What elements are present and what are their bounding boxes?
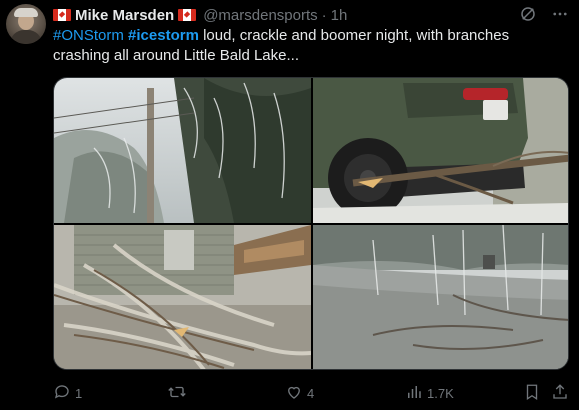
avatar[interactable] bbox=[6, 4, 46, 44]
tweet-header: Mike Marsden @marsdensports · 1h bbox=[53, 5, 539, 25]
canada-flag-icon bbox=[178, 9, 197, 21]
suv-fallen-branch-photo[interactable] bbox=[313, 78, 568, 223]
share-icon bbox=[551, 383, 569, 404]
more-icon[interactable] bbox=[551, 5, 569, 23]
tweet[interactable]: Mike Marsden @marsdensports · 1h #ONStor… bbox=[0, 0, 579, 410]
reply-count: 1 bbox=[75, 386, 83, 401]
like-button[interactable]: 4 bbox=[285, 383, 314, 404]
canada-flag-icon bbox=[53, 9, 71, 21]
media-grid bbox=[53, 77, 569, 370]
author-handle[interactable]: @marsdensports bbox=[203, 7, 317, 24]
views-icon bbox=[405, 383, 423, 404]
hashtag-icestorm[interactable]: #icestorm bbox=[128, 27, 199, 44]
reply-button[interactable]: 1 bbox=[53, 383, 82, 404]
like-count: 4 bbox=[307, 386, 315, 401]
reply-icon bbox=[53, 383, 71, 404]
separator-dot: · bbox=[321, 6, 327, 24]
grok-icon[interactable] bbox=[519, 5, 537, 23]
tweet-text: #ONStorm #icestorm loud, crackle and boo… bbox=[53, 26, 539, 66]
house-fallen-branches-photo[interactable] bbox=[54, 225, 311, 369]
ice-covered-trees-hydro-pole-photo[interactable] bbox=[54, 78, 311, 223]
timestamp[interactable]: 1h bbox=[331, 7, 348, 24]
icy-driveway-fallen-trees-photo[interactable] bbox=[313, 225, 568, 369]
tweet-actions: 1 4 1.7K bbox=[53, 381, 569, 403]
views-count: 1.7K bbox=[427, 386, 454, 401]
bookmark-button[interactable] bbox=[523, 383, 541, 404]
hashtag-onstorm[interactable]: #ONStorm bbox=[53, 27, 124, 44]
retweet-icon bbox=[167, 383, 187, 404]
heart-icon bbox=[285, 383, 303, 404]
bookmark-icon bbox=[523, 383, 541, 404]
views-button[interactable]: 1.7K bbox=[405, 383, 454, 404]
author-name[interactable]: Mike Marsden bbox=[75, 7, 174, 24]
share-button[interactable] bbox=[551, 383, 569, 404]
retweet-button[interactable] bbox=[167, 383, 191, 404]
top-icons bbox=[519, 5, 569, 23]
